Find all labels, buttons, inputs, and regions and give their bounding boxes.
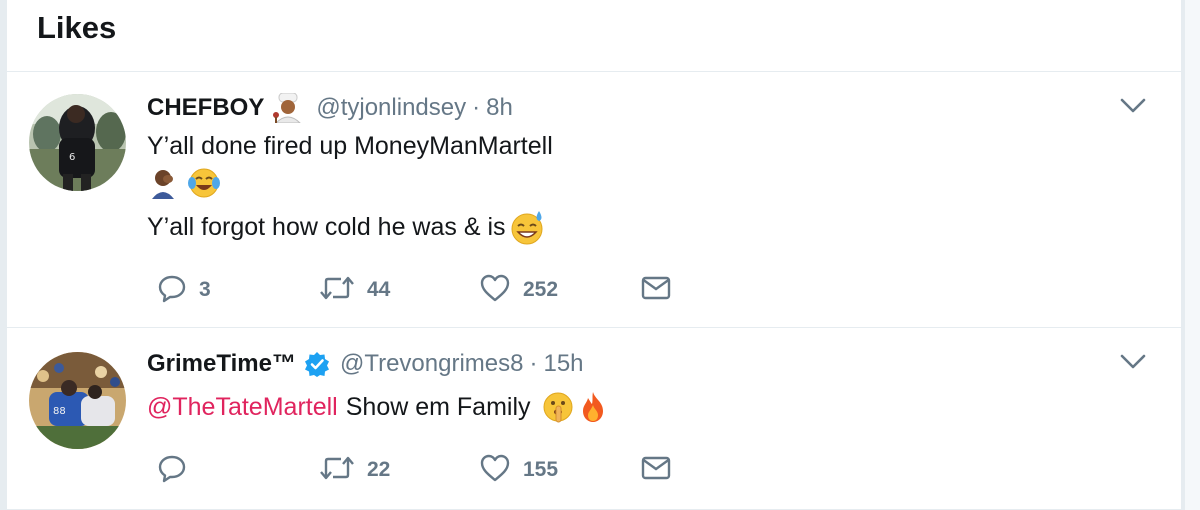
tweet-text: Show em Family xyxy=(345,392,531,421)
likes-panel: Likes 6 CHEFBOY @tyjonlindsey · 8h Y’all… xyxy=(6,0,1182,510)
timestamp[interactable]: 15h xyxy=(543,350,583,378)
heart-icon xyxy=(479,453,511,488)
reply-button[interactable] xyxy=(157,454,199,486)
fire-emoji xyxy=(577,390,609,424)
tweet-emoji-line xyxy=(147,166,221,200)
user-handle[interactable]: @tyjonlindsey xyxy=(316,94,466,122)
tweet-header: CHEFBOY @tyjonlindsey · 8h xyxy=(147,90,513,126)
retweet-button[interactable]: 44 xyxy=(319,274,390,306)
retweet-icon xyxy=(319,453,355,488)
like-count: 155 xyxy=(523,458,559,481)
svg-text:88: 88 xyxy=(53,406,66,417)
heart-icon xyxy=(479,273,511,308)
mention-link[interactable]: @TheTateMartell xyxy=(147,393,338,422)
chevron-down-icon[interactable] xyxy=(1119,352,1147,372)
tweet-text-line: @TheTateMartell Show em Family xyxy=(147,390,609,424)
retweet-count: 44 xyxy=(367,278,391,301)
man-cook-emoji xyxy=(270,93,306,123)
direct-message-button[interactable] xyxy=(641,454,671,486)
verified-badge-icon xyxy=(304,351,330,377)
scrollbar[interactable] xyxy=(1184,0,1200,510)
direct-message-button[interactable] xyxy=(641,274,671,306)
retweet-icon xyxy=(319,273,355,308)
sweat-smile-emoji xyxy=(508,208,546,246)
timestamp[interactable]: 8h xyxy=(486,94,513,122)
avatar[interactable]: 88 xyxy=(29,352,126,449)
tweet-text-line: Y’all forgot how cold he was & is xyxy=(147,208,546,246)
reply-icon xyxy=(157,453,187,488)
separator-dot: · xyxy=(529,350,538,377)
separator-dot: · xyxy=(472,94,481,121)
tweet-text-line: Y’all done fired up MoneyManMartell xyxy=(147,132,553,160)
likes-header: Likes xyxy=(7,0,1181,72)
tweet-actions: 22 155 xyxy=(157,454,677,486)
envelope-icon xyxy=(641,275,671,306)
envelope-icon xyxy=(641,455,671,486)
tweet-text: Y’all forgot how cold he was & is xyxy=(147,212,506,241)
page-title: Likes xyxy=(37,10,117,45)
chevron-down-icon[interactable] xyxy=(1119,96,1147,116)
reply-count: 3 xyxy=(199,278,211,301)
like-button[interactable]: 155 xyxy=(479,454,558,486)
retweet-button[interactable]: 22 xyxy=(319,454,390,486)
tears-of-joy-emoji xyxy=(187,166,221,200)
display-name[interactable]: GrimeTime™ xyxy=(147,350,296,378)
facepalm-emoji xyxy=(149,167,181,199)
svg-text:6: 6 xyxy=(69,152,75,163)
tweet-actions: 3 44 252 xyxy=(157,274,677,306)
like-button[interactable]: 252 xyxy=(479,274,558,306)
tweet-header: GrimeTime™ @Trevongrimes8 · 15h xyxy=(147,346,584,382)
shushing-face-emoji xyxy=(541,390,575,424)
retweet-count: 22 xyxy=(367,458,391,481)
like-count: 252 xyxy=(523,278,559,301)
tweet-item[interactable]: 88 GrimeTime™ @Trevongrimes8 · 15h @TheT… xyxy=(7,328,1181,510)
tweet-item[interactable]: 6 CHEFBOY @tyjonlindsey · 8h Y’all done … xyxy=(7,72,1181,328)
user-handle[interactable]: @Trevongrimes8 xyxy=(340,350,524,378)
reply-button[interactable]: 3 xyxy=(157,274,211,306)
reply-icon xyxy=(157,273,187,308)
avatar[interactable]: 6 xyxy=(29,94,126,191)
display-name[interactable]: CHEFBOY xyxy=(147,94,264,122)
